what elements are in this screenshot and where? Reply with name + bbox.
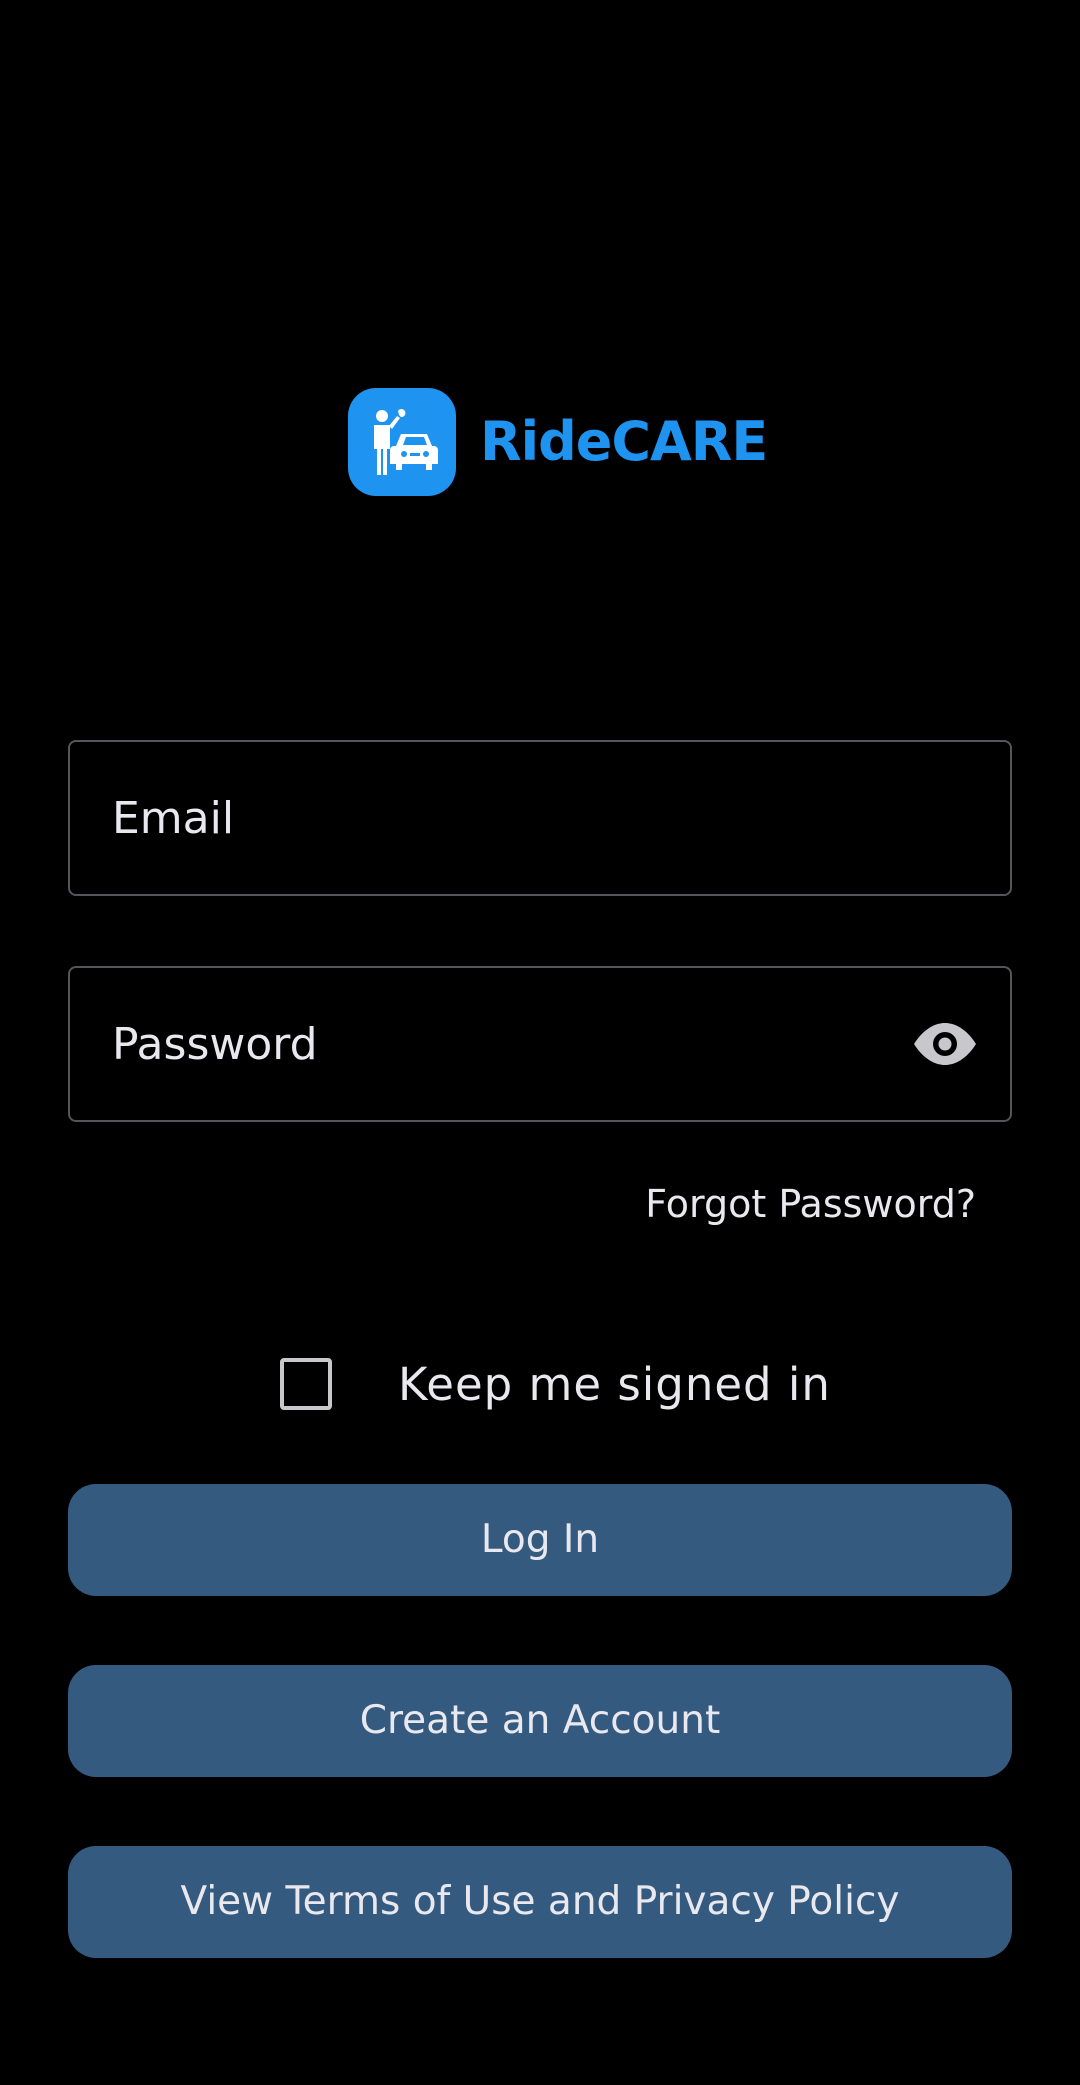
keep-signed-in-label[interactable]: Keep me signed in (398, 1358, 831, 1411)
email-field-container (68, 740, 1012, 896)
forgot-password-link[interactable]: Forgot Password? (645, 1180, 976, 1228)
eye-icon (914, 1023, 976, 1065)
brand-name: RideCARE (480, 410, 768, 473)
keep-signed-in-row: Keep me signed in (280, 1354, 831, 1414)
terms-privacy-button[interactable]: View Terms of Use and Privacy Policy (68, 1846, 1012, 1958)
app-logo (348, 388, 456, 496)
password-visibility-toggle[interactable] (912, 1014, 978, 1074)
login-button[interactable]: Log In (68, 1484, 1012, 1596)
password-field-container (68, 966, 1012, 1122)
email-field[interactable] (112, 742, 892, 894)
keep-signed-in-checkbox[interactable] (280, 1358, 332, 1410)
mechanic-car-icon (374, 409, 438, 475)
password-field[interactable] (112, 968, 892, 1120)
create-account-button[interactable]: Create an Account (68, 1665, 1012, 1777)
